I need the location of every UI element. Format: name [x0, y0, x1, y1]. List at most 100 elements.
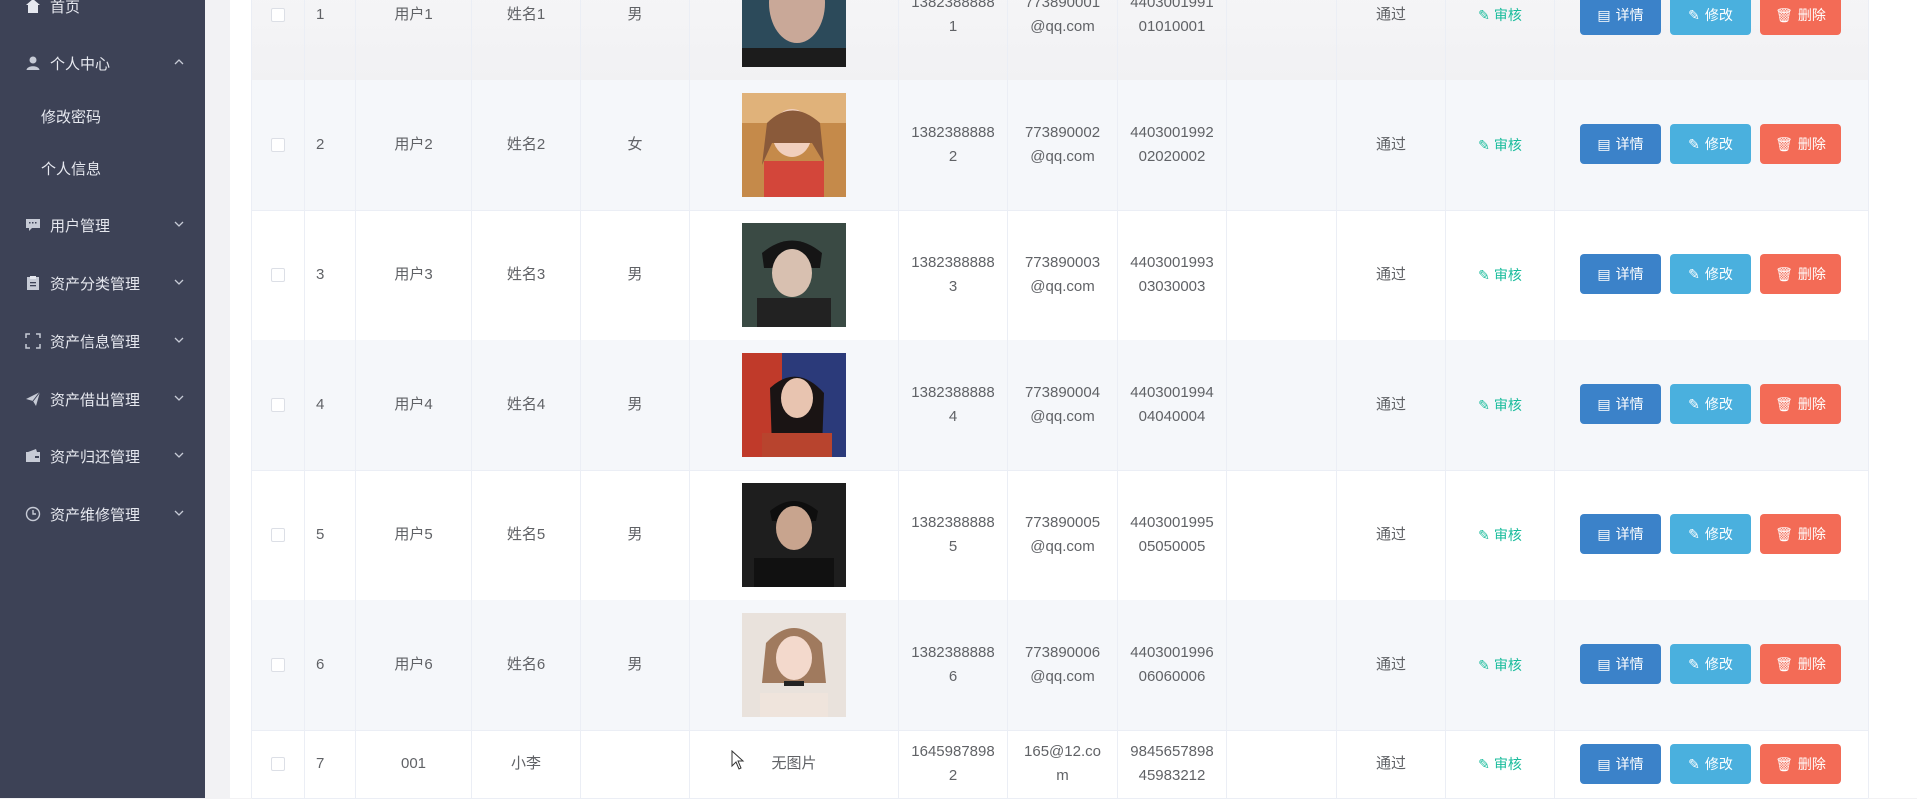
pencil-icon: ✎: [1688, 396, 1700, 412]
table-row[interactable]: 3 用户3 姓名3 男 1382388888 3 773890003 @qq.com…: [252, 210, 1868, 341]
edit-button[interactable]: ✎ 修改: [1670, 254, 1751, 294]
chevron-down-icon: [173, 506, 185, 523]
delete-button[interactable]: 🗑 删除: [1760, 384, 1841, 424]
detail-button[interactable]: ▤ 详情: [1580, 0, 1661, 35]
detail-button[interactable]: ▤ 详情: [1580, 254, 1661, 294]
edit-icon: ✎: [1478, 397, 1490, 413]
row-checkbox[interactable]: [271, 757, 285, 771]
email-cell: 773890006 @qq.com: [1008, 600, 1118, 730]
audit-link[interactable]: ✎ 审核: [1478, 3, 1522, 27]
pencil-icon: ✎: [1688, 7, 1700, 23]
actions-cell: ▤ 详情 ✎ 修改 🗑 删除: [1555, 470, 1868, 600]
delete-button[interactable]: 🗑 删除: [1760, 0, 1841, 35]
detail-button[interactable]: ▤ 详情: [1580, 384, 1661, 424]
edit-button[interactable]: ✎ 修改: [1670, 0, 1751, 35]
status-cell: 通过: [1337, 470, 1446, 600]
delete-button[interactable]: 🗑 删除: [1760, 254, 1841, 294]
gender-cell: 女: [581, 80, 690, 210]
audit-link[interactable]: ✎ 审核: [1478, 653, 1522, 677]
row-checkbox[interactable]: [271, 138, 285, 152]
sidebar-item-personal-center[interactable]: 个人中心: [0, 43, 205, 83]
sidebar-item-asset-info[interactable]: 资产信息管理: [0, 321, 205, 361]
table-row[interactable]: 1 用户1 姓名1 男 1382388888 1 773890001 @qq.com…: [252, 0, 1868, 81]
avatar[interactable]: [742, 353, 846, 457]
edit-button[interactable]: ✎ 修改: [1670, 744, 1751, 784]
delete-button[interactable]: 🗑 删除: [1760, 124, 1841, 164]
row-checkbox[interactable]: [271, 268, 285, 282]
index-cell: 5: [305, 470, 356, 600]
audit-cell: ✎ 审核: [1446, 80, 1555, 210]
edit-button[interactable]: ✎ 修改: [1670, 384, 1751, 424]
table-row[interactable]: 2 用户2 姓名2 女 1382388888 2 773890002 @qq.com…: [252, 80, 1868, 211]
photo-cell: [690, 210, 899, 340]
name-cell: 姓名5: [472, 470, 581, 600]
sidebar-item-asset-return[interactable]: 资产归还管理: [0, 436, 205, 476]
sidebar-item-change-password[interactable]: 修改密码: [0, 96, 205, 136]
audit-cell: ✎ 审核: [1446, 210, 1555, 340]
avatar[interactable]: [742, 483, 846, 587]
avatar[interactable]: [742, 223, 846, 327]
sidebar-item-label: 资产归还管理: [50, 448, 141, 466]
row-checkbox[interactable]: [271, 658, 285, 672]
audit-link[interactable]: ✎ 审核: [1478, 263, 1522, 287]
status-cell: 通过: [1337, 600, 1446, 730]
photo-cell: [690, 600, 899, 730]
row-checkbox[interactable]: [271, 8, 285, 22]
phone-cell: 1382388888 1: [899, 0, 1008, 80]
email-cell: 773890003 @qq.com: [1008, 210, 1118, 340]
edit-button[interactable]: ✎ 修改: [1670, 124, 1751, 164]
audit-link[interactable]: ✎ 审核: [1478, 752, 1522, 776]
trash-icon: 🗑: [1775, 656, 1793, 672]
actions-cell: ▤ 详情 ✎ 修改 🗑 删除: [1555, 340, 1868, 470]
chevron-up-icon: [173, 55, 185, 72]
chevron-down-icon: [173, 217, 185, 234]
actions-cell: ▤ 详情 ✎ 修改 🗑 删除: [1555, 600, 1868, 730]
index-cell: 2: [305, 80, 356, 210]
phone-cell: 1382388888 3: [899, 210, 1008, 340]
status-cell: 通过: [1337, 210, 1446, 340]
empty-cell: [1227, 600, 1337, 730]
detail-button[interactable]: ▤ 详情: [1580, 744, 1661, 784]
row-checkbox[interactable]: [271, 398, 285, 412]
sidebar-item-asset-repair[interactable]: 资产维修管理: [0, 494, 205, 534]
id-number-cell: 4403001996 06060006: [1118, 600, 1227, 730]
sidebar-item-asset-lending[interactable]: 资产借出管理: [0, 379, 205, 419]
detail-button[interactable]: ▤ 详情: [1580, 514, 1661, 554]
delete-button[interactable]: 🗑 删除: [1760, 514, 1841, 554]
actions-cell: ▤ 详情 ✎ 修改 🗑 删除: [1555, 730, 1868, 798]
audit-link[interactable]: ✎ 审核: [1478, 523, 1522, 547]
edit-button[interactable]: ✎ 修改: [1670, 514, 1751, 554]
index-cell: 7: [305, 730, 356, 798]
sidebar-item-personal-info[interactable]: 个人信息: [0, 148, 205, 188]
chevron-down-icon: [173, 448, 185, 465]
avatar[interactable]: [742, 93, 846, 197]
sidebar-item-label: 资产借出管理: [50, 391, 141, 409]
detail-button[interactable]: ▤ 详情: [1580, 124, 1661, 164]
gender-cell: 男: [581, 470, 690, 600]
delete-button[interactable]: 🗑 删除: [1760, 744, 1841, 784]
row-checkbox[interactable]: [271, 528, 285, 542]
edit-button[interactable]: ✎ 修改: [1670, 644, 1751, 684]
table-row[interactable]: 5 用户5 姓名5 男 1382388888 5 773890005 @qq.com…: [252, 470, 1868, 601]
sidebar-item-user-management[interactable]: 用户管理: [0, 205, 205, 245]
gender-cell: 男: [581, 210, 690, 340]
document-icon: ▤: [1597, 656, 1611, 672]
table-row[interactable]: 4 用户4 姓名4 男 1382388888 4 773890004 @qq.com…: [252, 340, 1868, 471]
audit-link[interactable]: ✎ 审核: [1478, 133, 1522, 157]
gender-cell: [581, 730, 690, 798]
avatar[interactable]: [742, 0, 846, 67]
sidebar-item-asset-category[interactable]: 资产分类管理: [0, 263, 205, 303]
id-number-cell: 4403001994 04040004: [1118, 340, 1227, 470]
gender-cell: 男: [581, 340, 690, 470]
table-row[interactable]: 6 用户6 姓名6 男 1382388888 6 773890006 @qq.com…: [252, 600, 1868, 731]
table-row[interactable]: 7 001 小李 无图片 1645987898 2 165@12.co m 9845…: [252, 730, 1868, 799]
sidebar-item-label: 修改密码: [41, 108, 102, 126]
delete-button[interactable]: 🗑 删除: [1760, 644, 1841, 684]
avatar[interactable]: [742, 613, 846, 717]
audit-link[interactable]: ✎ 审核: [1478, 393, 1522, 417]
photo-cell: [690, 0, 899, 80]
user-table: 1 用户1 姓名1 男 1382388888 1 773890001 @qq.com…: [251, 0, 1869, 799]
sidebar-item-label: 个人中心: [50, 55, 111, 73]
detail-button[interactable]: ▤ 详情: [1580, 644, 1661, 684]
sidebar-item-home[interactable]: 首页: [0, 0, 205, 26]
